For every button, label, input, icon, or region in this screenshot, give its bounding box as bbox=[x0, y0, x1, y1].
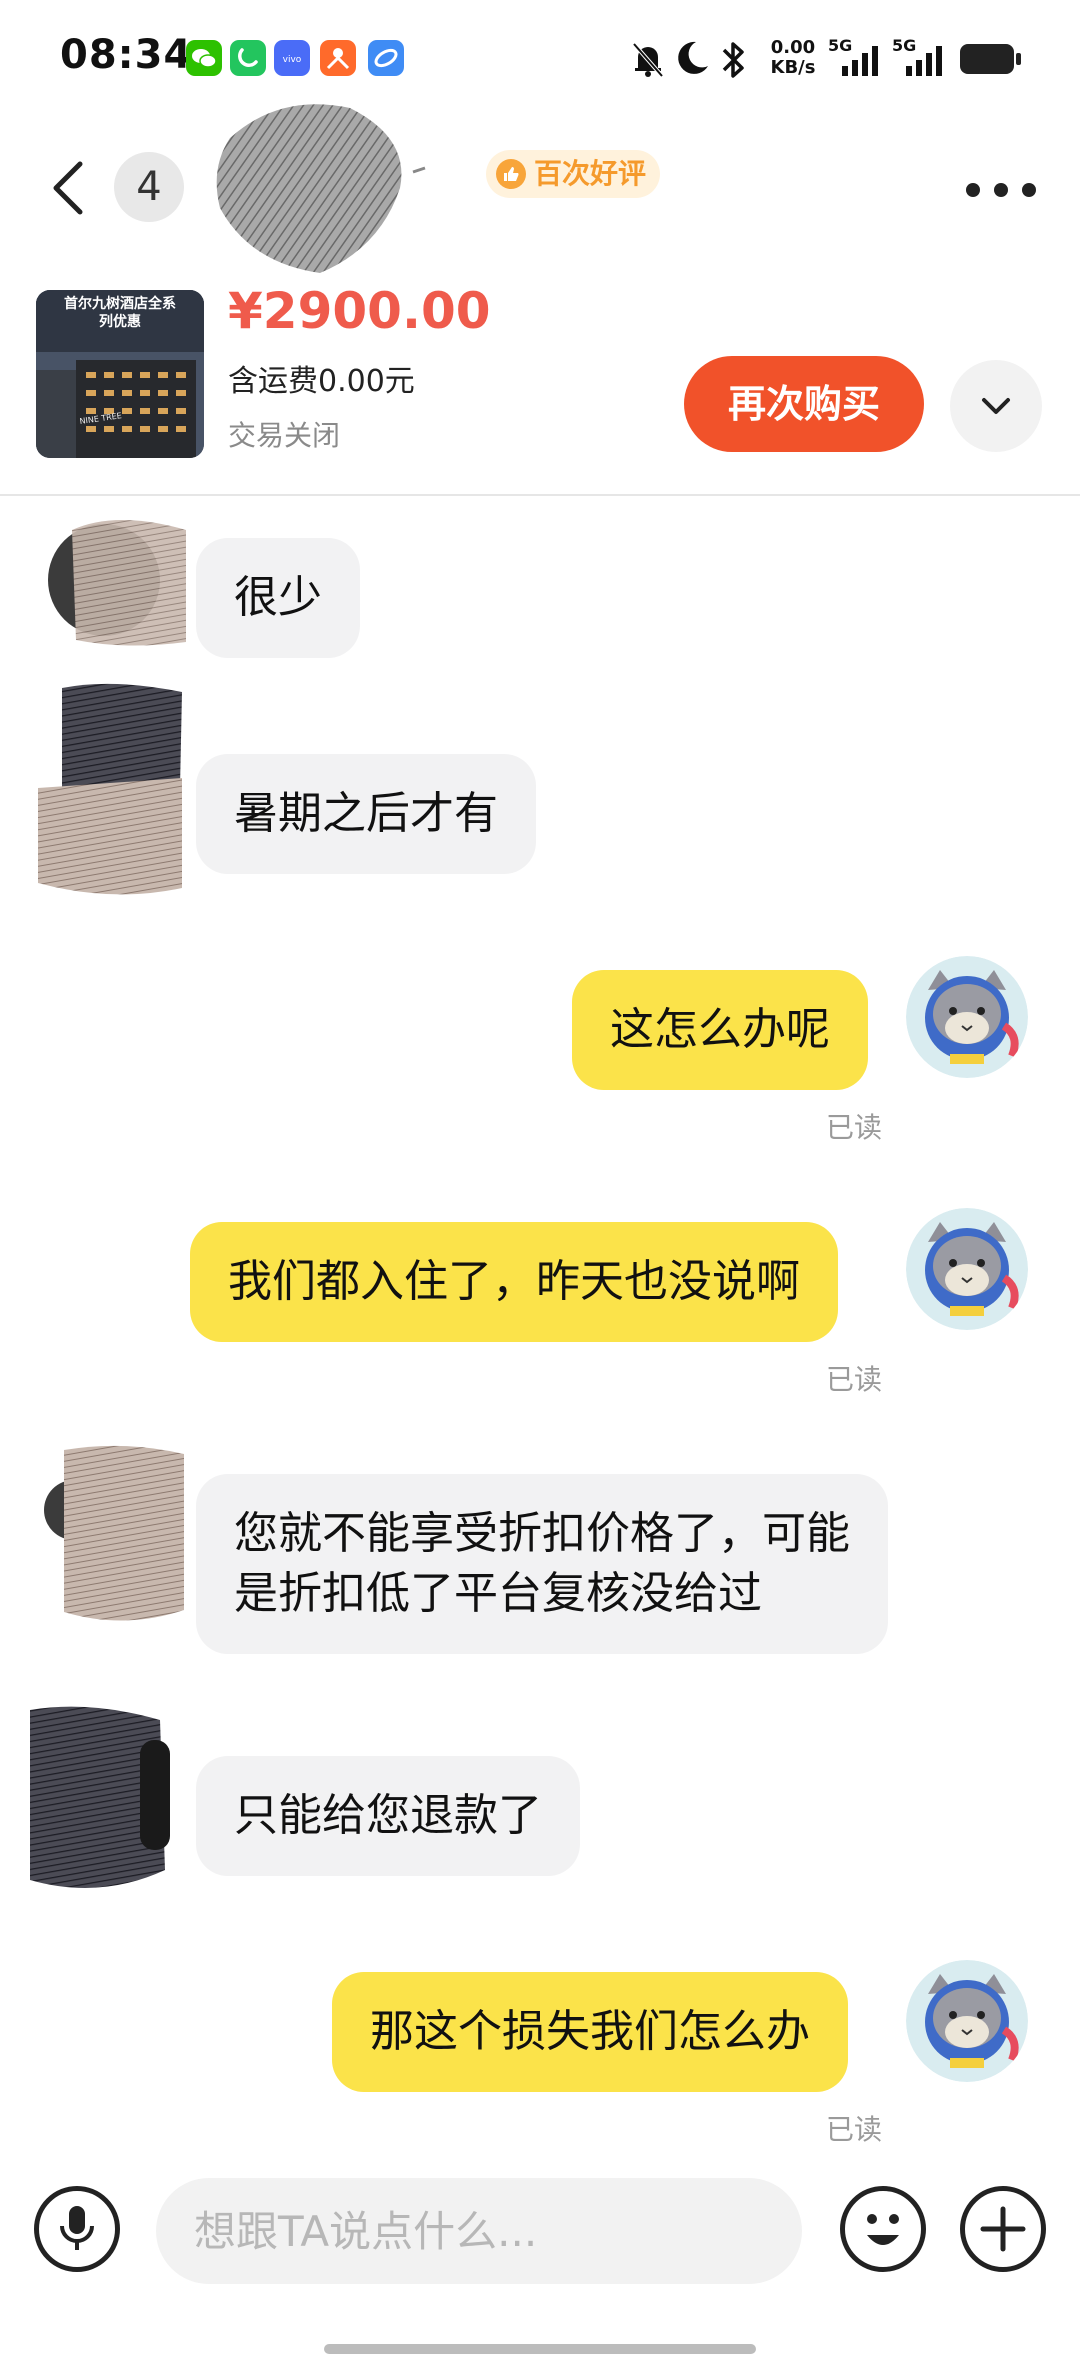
product-shipping: 含运费0.00元 bbox=[228, 364, 415, 399]
product-price: ¥2900.00 bbox=[228, 282, 491, 340]
plus-icon bbox=[980, 2206, 1026, 2252]
battery-icon bbox=[960, 44, 1014, 74]
message-text-line: 您就不能享受折扣价格了，可能 bbox=[234, 1508, 850, 1559]
mute-bell-icon bbox=[632, 42, 664, 78]
network-speed-value: 0.00 bbox=[770, 37, 816, 58]
status-bar: 08:34 vivo 0.00 KB/s 5G 5G bbox=[0, 0, 1080, 120]
product-thumb-caption-line1: 首尔九树酒店全系 bbox=[64, 295, 176, 312]
more-options-icon[interactable] bbox=[966, 160, 1036, 220]
message-text: 那这个损失我们怎么办 bbox=[370, 2006, 810, 2057]
wechat-icon bbox=[186, 40, 222, 76]
message-text-line: 是折扣低了平台复核没给过 bbox=[234, 1568, 762, 1619]
praise-badge: 百次好评 bbox=[486, 150, 661, 198]
sender-avatar[interactable] bbox=[20, 1700, 170, 1888]
message-bubble-received[interactable]: 只能给您退款了 bbox=[196, 1756, 580, 1876]
sender-avatar[interactable] bbox=[32, 678, 182, 895]
network-speed: 0.00 KB/s bbox=[762, 38, 824, 78]
chevron-down-icon bbox=[982, 398, 1010, 414]
network-speed-unit: KB/s bbox=[770, 57, 816, 78]
message-text: 我们都入住了，昨天也没说啊 bbox=[228, 1256, 800, 1307]
read-receipt: 已读 bbox=[826, 2113, 883, 2146]
message-text: 暑期之后才有 bbox=[234, 788, 498, 839]
expand-order-button[interactable] bbox=[950, 360, 1042, 452]
header-divider bbox=[0, 494, 1080, 496]
more-actions-button[interactable] bbox=[960, 2186, 1046, 2272]
status-time: 08:34 bbox=[60, 32, 193, 78]
home-indicator[interactable] bbox=[324, 2344, 756, 2354]
message-text: 只能给您退款了 bbox=[234, 1790, 542, 1841]
vivo-icon: vivo bbox=[274, 40, 310, 76]
app-promo-icon bbox=[320, 40, 356, 76]
message-bubble-received[interactable]: 您就不能享受折扣价格了，可能 是折扣低了平台复核没给过 bbox=[196, 1474, 888, 1654]
microphone-icon bbox=[60, 2206, 94, 2250]
my-avatar[interactable] bbox=[906, 1960, 1028, 2082]
read-receipt: 已读 bbox=[826, 1363, 883, 1396]
signal-sim1-icon: 5G bbox=[828, 36, 888, 80]
message-bubble-sent[interactable]: 这怎么办呢 bbox=[572, 970, 868, 1090]
message-bubble-received[interactable]: 很少 bbox=[196, 538, 360, 658]
sender-avatar[interactable] bbox=[44, 1440, 194, 1621]
my-avatar[interactable] bbox=[906, 956, 1028, 1078]
thumbs-up-icon bbox=[496, 159, 526, 189]
voice-input-button[interactable] bbox=[34, 2186, 120, 2272]
emoji-button[interactable] bbox=[840, 2186, 926, 2272]
message-bubble-sent[interactable]: 那这个损失我们怎么办 bbox=[332, 1972, 848, 2092]
read-receipt: 已读 bbox=[826, 1111, 883, 1144]
message-text: 这怎么办呢 bbox=[610, 1004, 830, 1055]
praise-badge-label: 百次好评 bbox=[534, 157, 647, 190]
phone-app-icon bbox=[230, 40, 266, 76]
order-status: 交易关闭 bbox=[228, 419, 341, 452]
buy-again-button[interactable]: 再次购买 bbox=[684, 356, 924, 452]
message-bubble-sent[interactable]: 我们都入住了，昨天也没说啊 bbox=[190, 1222, 838, 1342]
browser-icon bbox=[368, 40, 404, 76]
product-thumbnail[interactable]: 首尔九树酒店全系 列优惠 NINE TREE bbox=[36, 290, 204, 458]
signal-sim2-icon: 5G bbox=[892, 36, 952, 80]
message-text: 很少 bbox=[234, 572, 322, 623]
unread-count-badge[interactable]: 4 bbox=[114, 152, 184, 222]
my-avatar[interactable] bbox=[906, 1208, 1028, 1330]
battery-tip bbox=[1016, 53, 1021, 65]
do-not-disturb-moon-icon bbox=[678, 41, 708, 74]
sender-avatar[interactable] bbox=[36, 500, 186, 650]
product-thumb-caption-line2: 列优惠 bbox=[99, 313, 141, 330]
message-bubble-received[interactable]: 暑期之后才有 bbox=[196, 754, 536, 874]
message-input[interactable] bbox=[156, 2178, 802, 2284]
contact-avatar[interactable] bbox=[210, 98, 430, 278]
bluetooth-icon bbox=[722, 42, 744, 78]
emoji-smile-icon bbox=[867, 2214, 899, 2245]
svg-text:vivo: vivo bbox=[283, 55, 302, 65]
back-arrow-icon[interactable] bbox=[48, 158, 88, 218]
